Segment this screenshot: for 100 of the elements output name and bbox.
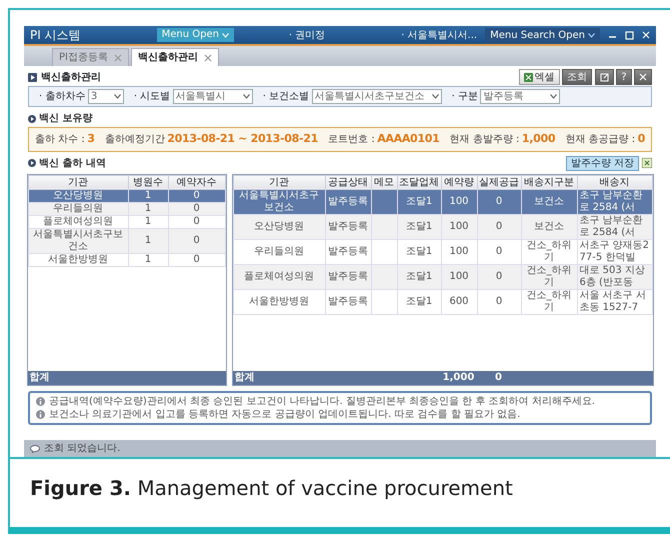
table-cell: 1 <box>128 228 168 253</box>
spreadsheet-icon <box>524 72 533 82</box>
table-cell: 보건소 <box>521 189 577 214</box>
page-icon <box>28 72 37 82</box>
popup-button[interactable] <box>594 69 614 85</box>
column-header[interactable]: 배송지 <box>577 175 652 189</box>
tab[interactable]: PI접종등록 <box>52 48 129 66</box>
caret-icon <box>222 32 229 38</box>
table-cell: 서울 서초구 서초동 1527-7 <box>577 289 652 314</box>
column-header[interactable]: 배송지구분 <box>521 175 577 189</box>
column-header[interactable]: 조달업체 <box>397 175 441 189</box>
table-cell: 0 <box>168 189 225 202</box>
table-cell: 조달1 <box>397 239 441 264</box>
info-icon <box>36 396 45 406</box>
close-button[interactable] <box>634 69 652 85</box>
toolbar-button[interactable]: 조회 <box>562 69 592 85</box>
organization-name: · 서울특별시서... <box>401 28 478 42</box>
speech-bubble-icon <box>30 444 40 453</box>
filter-label: · 구분 <box>452 90 478 104</box>
table-cell: 100 <box>441 189 477 214</box>
dropdown[interactable]: 서울특별시서초구보건소 <box>312 89 442 104</box>
table-cell: 조달1 <box>397 289 441 314</box>
table-cell: 우리들의원 <box>233 239 325 264</box>
stock-label: 로트번호 : <box>328 132 375 147</box>
caret-icon <box>550 94 558 99</box>
notice-text: 보건소나 의료기관에서 입고를 등록하면 자동으로 공급량이 업데이트됩니다. 따로 검수를 할 필요가 없음. <box>49 408 520 420</box>
column-header[interactable]: 공급상태 <box>325 175 371 189</box>
column-header[interactable]: 메모 <box>371 175 397 189</box>
excel-button[interactable]: 엑셀 <box>518 69 560 85</box>
table-cell: 플로체여성의원 <box>233 264 325 289</box>
page-title: 백신출하관리 <box>41 70 101 84</box>
column-header[interactable]: 병원수 <box>128 175 168 189</box>
stock-value: 3 <box>87 131 95 147</box>
table-cell: 발주등록 <box>325 289 371 314</box>
caret-icon <box>432 94 439 99</box>
table-cell: 발주등록 <box>325 239 371 264</box>
table-cell: 0 <box>477 239 521 264</box>
table-cell: 대로 503 지상 6층 (반포동 <box>577 264 652 289</box>
table-cell: 오산당병원 <box>28 189 128 202</box>
column-header[interactable]: 기관 <box>28 175 128 189</box>
table-cell: 0 <box>168 215 225 228</box>
table-cell: 1 <box>128 202 168 215</box>
status-text: 조회 되었습니다. <box>44 442 120 456</box>
table-cell: 100 <box>441 264 477 289</box>
table-cell: 초구 남부순환로 2584 (서 <box>577 189 652 214</box>
close-icon[interactable] <box>639 73 647 81</box>
table-row[interactable]: 서울특별시서초구보건소 1 0 <box>28 228 225 253</box>
table-row[interactable]: 서울한방병원 1 0 <box>28 253 225 266</box>
table-cell: 0 <box>168 253 225 266</box>
info-icon <box>36 410 45 418</box>
filter-label: · 출하차수 <box>39 90 86 104</box>
column-header[interactable]: 예약자수 <box>168 175 225 189</box>
save-quantity-button[interactable]: 발주수량 저장 <box>566 156 639 170</box>
table-row[interactable]: 오산당병원 1 0 <box>28 189 225 202</box>
table-cell: 서울한방병원 <box>28 253 128 266</box>
table-row[interactable]: 우리들의원 발주등록 조달1 100 0 건소_하위기 서초구 양재동277-5 한덕빌 <box>233 239 652 264</box>
dropdown[interactable]: 3 <box>88 89 124 104</box>
stock-label: 출하예정기간 <box>104 132 165 147</box>
table-row[interactable]: 우리들의원 1 0 <box>28 202 225 215</box>
table-cell: 건소_하위기 <box>521 264 577 289</box>
stock-label: 현재 총발주량 : <box>450 132 520 147</box>
popup-icon <box>600 72 609 82</box>
table-cell: 건소_하위기 <box>521 289 577 314</box>
table-cell: 서울특별시서초구보건소 <box>28 228 128 253</box>
dropdown[interactable]: 발주등록 <box>480 89 560 104</box>
table-cell: 서울특별시서초구보건소 <box>233 189 325 214</box>
table-cell: 조달1 <box>397 264 441 289</box>
table-cell: 발주등록 <box>325 264 371 289</box>
stock-value: 2013-08-21 ~ 2013-08-21 <box>167 131 318 147</box>
section-icon <box>28 114 36 122</box>
table-cell: 서울한방병원 <box>233 289 325 314</box>
stock-label: 출하 차수 : <box>35 132 85 147</box>
table-cell: 600 <box>441 289 477 314</box>
caret-icon <box>114 94 121 99</box>
section-icon <box>28 159 36 167</box>
column-header[interactable]: 실제공급 <box>477 175 521 189</box>
total-cell: 0 <box>476 370 520 384</box>
menu-search-button[interactable]: Menu Search Open <box>485 28 600 42</box>
table-row[interactable]: 플로체여성의원 발주등록 조달1 100 0 건소_하위기 대로 503 지상 6층 (반포동 <box>233 264 652 289</box>
table-cell: 0 <box>168 228 225 253</box>
maximize-icon[interactable] <box>625 30 634 40</box>
column-header[interactable]: 기관 <box>233 175 325 189</box>
table-row[interactable]: 서울한방병원 발주등록 조달1 600 0 건소_하위기 서울 서초구 서초동 1527-7 <box>233 289 652 314</box>
dropdown[interactable]: 서울특별시 <box>172 89 253 104</box>
spreadsheet-icon[interactable] <box>642 158 652 168</box>
table-cell: 발주등록 <box>325 214 371 239</box>
table-row[interactable]: 오산당병원 발주등록 조달1 100 0 보건소 초구 남부순환로 2584 (서 <box>233 214 652 239</box>
filter-label: · 보건소별 <box>262 90 310 104</box>
column-header[interactable]: 예약량 <box>441 175 477 189</box>
table-cell: 0 <box>477 214 521 239</box>
total-cell: 합계 <box>232 370 324 384</box>
table-cell: 오산당병원 <box>233 214 325 239</box>
caret-icon <box>588 32 595 38</box>
table-row[interactable]: 플로체여성의원 1 0 <box>28 215 225 228</box>
close-icon[interactable] <box>642 31 650 39</box>
tab[interactable]: 백신출하관리 <box>130 48 219 66</box>
notice-text: 공급내역(예약수요량)관리에서 최종 승인된 보고건이 나타납니다. 질병관리본부 최종승인을 한 후 조회하여 처리해주세요. <box>49 394 595 408</box>
figure-caption: Figure 3. Management of vaccine procurement <box>30 475 514 502</box>
tab-close-icon[interactable] <box>204 54 212 62</box>
toolbar-button[interactable]: ? <box>616 69 632 85</box>
